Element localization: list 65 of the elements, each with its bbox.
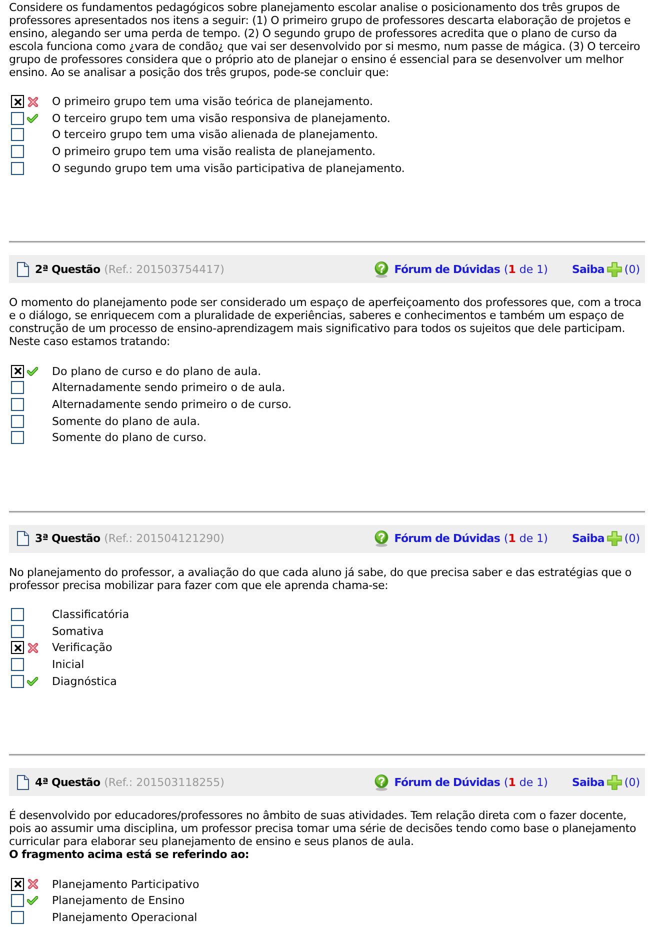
checkbox[interactable] bbox=[11, 910, 24, 924]
document-icon bbox=[17, 262, 29, 277]
forum-count: (1 de 1) bbox=[504, 262, 548, 276]
forum-count: (1 de 1) bbox=[504, 776, 548, 789]
question-title: 2ª Questão bbox=[35, 262, 100, 276]
forum-count: (1 de 1) bbox=[504, 532, 548, 546]
option-text: Planejamento de Ensino bbox=[52, 894, 185, 908]
question-title: 4ª Questão bbox=[35, 776, 100, 789]
checkbox[interactable] bbox=[11, 878, 24, 891]
option-text: O terceiro grupo tem uma visão alienada de planejamento. bbox=[52, 128, 378, 142]
question-text: É desenvolvido por educadores/professores no âmbito de suas atividades. Tem relação direta com o fazer docente, pois ao assumir uma disciplina, um professor precisa tomar uma série de decisões tendo como base o planejamento curricular para elaborar seu planejamento de ensino e seus planos de aula. bbox=[9, 809, 638, 848]
option-text: O segundo grupo tem uma visão participativa de planejamento. bbox=[52, 162, 405, 175]
help-icon[interactable] bbox=[374, 260, 390, 278]
reference-number: (Ref.: 201503118255) bbox=[104, 776, 224, 789]
option-text: Do plano de curso e do plano de aula. bbox=[52, 364, 262, 378]
reference-number: (Ref.: 201504121290) bbox=[104, 532, 224, 546]
option-text: Verificação bbox=[52, 641, 112, 654]
help-icon[interactable] bbox=[374, 774, 390, 791]
checkbox[interactable] bbox=[11, 95, 24, 108]
checkbox[interactable] bbox=[11, 145, 24, 158]
checkbox[interactable] bbox=[11, 364, 24, 378]
checkbox[interactable] bbox=[11, 112, 24, 125]
checkbox[interactable] bbox=[11, 162, 24, 175]
checkbox[interactable] bbox=[11, 414, 24, 428]
checkbox[interactable] bbox=[11, 128, 24, 142]
document-icon bbox=[17, 531, 29, 546]
checkbox[interactable] bbox=[11, 894, 24, 908]
option-text: Classificatória bbox=[52, 608, 130, 622]
option-text: O primeiro grupo tem uma visão teórica de planejamento. bbox=[52, 95, 373, 108]
checkbox[interactable] bbox=[11, 674, 24, 688]
question-text: No planejamento do professor, a avaliação do que cada aluno já sabe, do que precisa saber e das estratégias que o professor precisa mobilizar para fazer com que ele aprenda chama-se: bbox=[9, 566, 632, 592]
option-text: Somativa bbox=[52, 624, 104, 638]
forum-link[interactable]: Fórum de Dúvidas bbox=[394, 262, 500, 276]
checkbox[interactable] bbox=[11, 431, 24, 444]
option-text: Inicial bbox=[52, 658, 84, 672]
question-text: O momento do planejamento pode ser considerado um espaço de aperfeiçoamento dos professores que, com a troca e o diálogo, se enriquecem com a pluralidade de experiências, saberes e conhecimentos e também um espaço de construção de um processo de ensino-aprendizagem mais significativo para todos os sujeitos que dele participam. Neste caso estamos tratando: bbox=[9, 296, 642, 348]
question-text: Considere os fundamentos pedagógicos sobre planejamento escolar analise o posicionamento dos três grupos de professores apresentados nos itens a seguir: (1) O primeiro grupo de professores descarta elaboração de projetos e ensino, alegando ser uma perda de tempo. (2) O segundo grupo de professores acredita que o plano de curso da escola funciona como ¿vara de condão¿ que vai ser desenvolvido por si mesmo, num passe de mágica. (3) O terceiro grupo de professores considera que o próprio ato de planejar o ensino é essencial para se desenvolver um melhor ensino. Ao se analisar a posição dos três grupos, pode-se concluir que: bbox=[9, 1, 642, 79]
question-title: 3ª Questão bbox=[35, 532, 100, 546]
learn-more-count: (0) bbox=[624, 262, 640, 276]
learn-more-link[interactable]: Saiba bbox=[572, 262, 604, 276]
reference-number: (Ref.: 201503754417) bbox=[104, 262, 224, 276]
forum-link[interactable]: Fórum de Dúvidas bbox=[394, 532, 500, 546]
learn-more-count: (0) bbox=[624, 776, 640, 789]
learn-more-link[interactable]: Saiba bbox=[572, 776, 604, 789]
document-icon bbox=[17, 774, 29, 790]
help-icon[interactable] bbox=[374, 530, 390, 548]
checkbox[interactable] bbox=[11, 658, 24, 672]
option-text: Somente do plano de curso. bbox=[52, 431, 206, 444]
learn-more-link[interactable]: Saiba bbox=[572, 532, 604, 546]
option-text: Alternadamente sendo primeiro o de aula. bbox=[52, 381, 286, 394]
option-text: O terceiro grupo tem uma visão responsiva de planejamento. bbox=[52, 112, 390, 125]
checkbox[interactable] bbox=[11, 381, 24, 394]
checkbox[interactable] bbox=[11, 641, 24, 654]
option-text: Planejamento Participativo bbox=[52, 878, 200, 891]
checkbox[interactable] bbox=[11, 608, 24, 622]
checkbox[interactable] bbox=[11, 398, 24, 411]
checkbox[interactable] bbox=[11, 624, 24, 638]
option-text: Somente do plano de aula. bbox=[52, 414, 200, 428]
question-prompt: O fragmento acima está se referindo ao: bbox=[9, 848, 250, 862]
option-text: O primeiro grupo tem uma visão realista de planejamento. bbox=[52, 145, 376, 158]
option-text: Diagnóstica bbox=[52, 674, 117, 688]
option-text: Planejamento Operacional bbox=[52, 910, 198, 924]
option-text: Alternadamente sendo primeiro o de curso. bbox=[52, 398, 292, 411]
forum-link[interactable]: Fórum de Dúvidas bbox=[394, 776, 500, 789]
learn-more-count: (0) bbox=[624, 532, 640, 546]
